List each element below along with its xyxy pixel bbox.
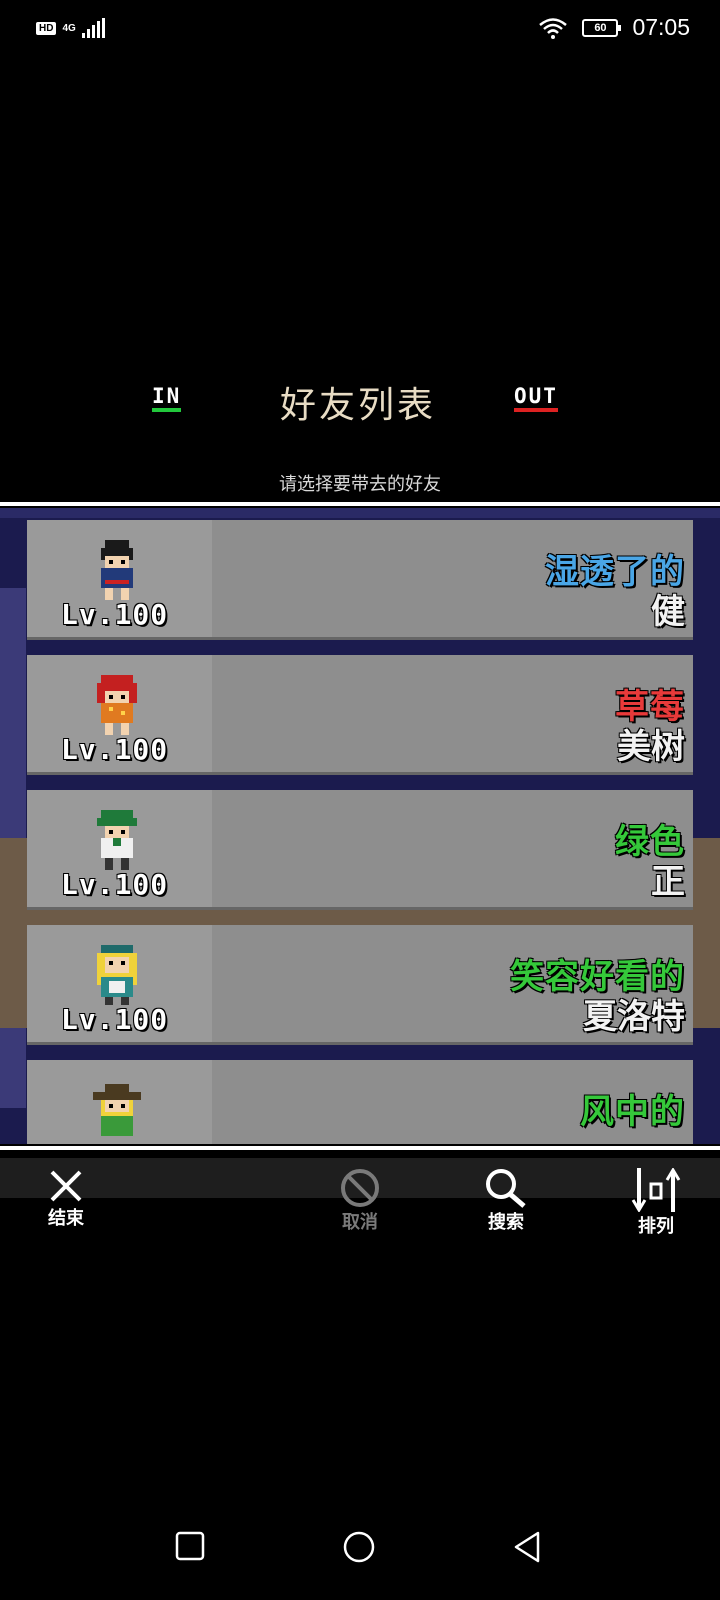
friend-portrait: Lv.100 bbox=[27, 655, 212, 772]
character-sprite-icon bbox=[97, 675, 137, 735]
close-icon bbox=[50, 1170, 82, 1202]
character-sprite-icon bbox=[101, 540, 133, 600]
friend-portrait: Lv.100 bbox=[27, 925, 212, 1042]
friend-level: Lv.100 bbox=[61, 598, 169, 631]
hd-badge: HD bbox=[36, 21, 57, 35]
back-icon[interactable] bbox=[512, 1530, 542, 1564]
friend-name: 健 bbox=[651, 592, 685, 632]
friend-name: 正 bbox=[651, 862, 685, 902]
character-sprite-icon bbox=[97, 945, 137, 1005]
cancel-label: 取消 bbox=[342, 1212, 378, 1233]
instruction-text: 请选择要带去的好友 bbox=[279, 474, 441, 495]
friend-card[interactable]: Lv.100 湿透了的 健 bbox=[27, 520, 693, 640]
friend-card[interactable]: Lv.100 绿色 正 bbox=[27, 790, 693, 910]
network-type: 4G bbox=[62, 22, 76, 34]
status-left: HD 4G bbox=[36, 18, 105, 38]
wifi-icon bbox=[539, 17, 568, 39]
character-sprite-icon bbox=[97, 810, 137, 870]
battery-icon: 60 bbox=[582, 18, 622, 37]
friend-name: 美树 bbox=[617, 727, 685, 767]
cancel-button[interactable]: 取消 bbox=[320, 1168, 400, 1234]
sort-label: 排列 bbox=[638, 1216, 674, 1237]
search-icon bbox=[486, 1169, 526, 1208]
friend-level: Lv.100 bbox=[61, 733, 169, 766]
character-sprite-icon bbox=[93, 1084, 141, 1136]
search-label: 搜索 bbox=[488, 1212, 524, 1233]
search-button[interactable]: 搜索 bbox=[466, 1168, 546, 1234]
list-background bbox=[0, 508, 720, 518]
friend-card[interactable]: Lv.100 笑容好看的 夏洛特 bbox=[27, 925, 693, 1045]
prohibited-icon bbox=[341, 1169, 379, 1207]
sort-icon bbox=[631, 1168, 681, 1212]
recent-apps-icon[interactable] bbox=[174, 1530, 206, 1562]
tab-out-label: OUT bbox=[514, 384, 558, 408]
friend-portrait: Lv.100 bbox=[27, 790, 212, 907]
tab-in-underline bbox=[152, 408, 182, 412]
tab-in[interactable]: IN bbox=[152, 384, 182, 412]
friend-portrait bbox=[27, 1060, 212, 1144]
status-bar: HD 4G 60 07:05 bbox=[0, 0, 720, 58]
page-title: 好友列表 bbox=[280, 385, 437, 426]
end-label: 结束 bbox=[48, 1208, 84, 1229]
signal-icon bbox=[81, 18, 105, 38]
tab-in-label: IN bbox=[152, 384, 182, 408]
friend-level: Lv.100 bbox=[61, 1003, 169, 1036]
friend-list[interactable]: Lv.100 湿透了的 健 Lv.100 草莓 美树 Lv.100 绿色 正 L… bbox=[0, 508, 720, 1144]
tab-out[interactable]: OUT bbox=[514, 384, 558, 412]
battery-level: 60 bbox=[594, 21, 607, 34]
end-button[interactable]: 结束 bbox=[26, 1168, 106, 1230]
friend-level: Lv.100 bbox=[61, 868, 169, 901]
friend-card[interactable]: 风中的 bbox=[27, 1060, 693, 1144]
divider-bottom bbox=[0, 1146, 720, 1150]
sort-button[interactable]: 排列 bbox=[616, 1168, 696, 1238]
friend-name: 夏洛特 bbox=[583, 997, 685, 1037]
home-icon[interactable] bbox=[342, 1530, 376, 1564]
tab-out-underline bbox=[514, 408, 558, 412]
friend-portrait: Lv.100 bbox=[27, 520, 212, 637]
friend-epithet: 风中的 bbox=[580, 1092, 685, 1132]
clock: 07:05 bbox=[632, 14, 690, 40]
friend-card[interactable]: Lv.100 草莓 美树 bbox=[27, 655, 693, 775]
divider-top bbox=[0, 502, 720, 506]
status-right: 60 07:05 bbox=[538, 14, 690, 41]
